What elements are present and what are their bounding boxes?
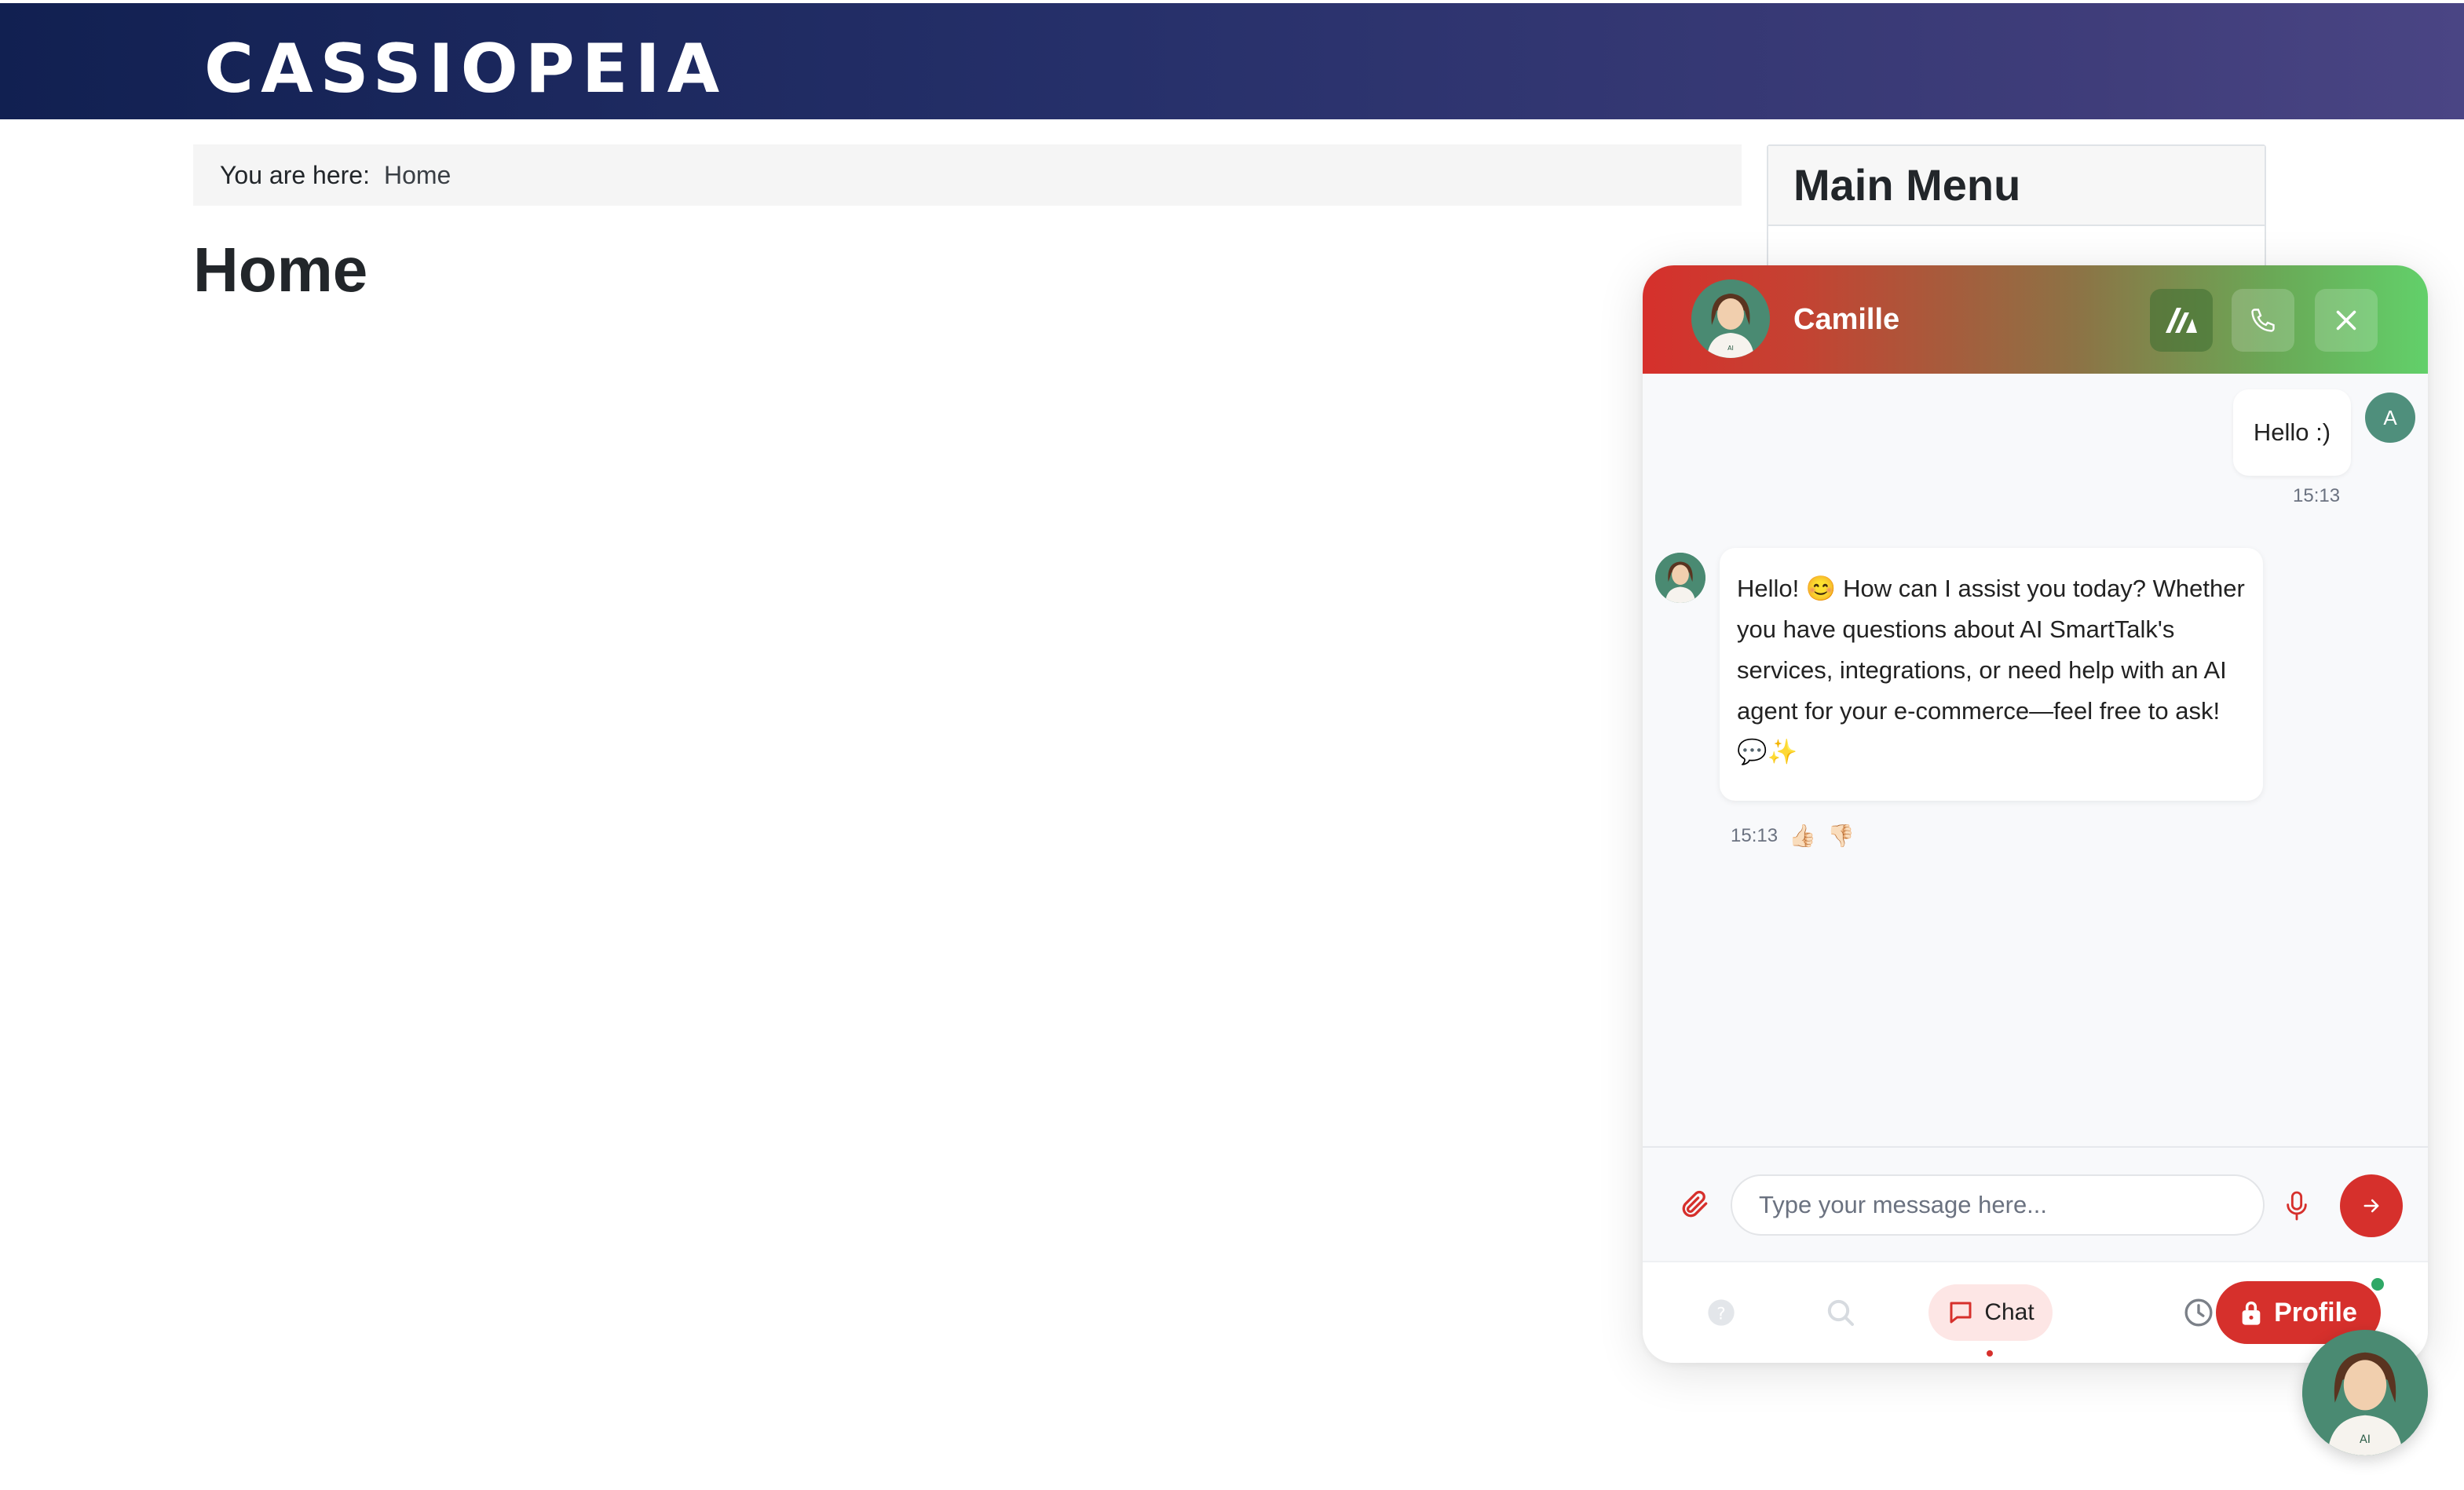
- lock-icon: [2242, 1301, 2261, 1325]
- chat-launcher-avatar[interactable]: AI: [2302, 1330, 2428, 1455]
- thumbs-down-icon[interactable]: 👎🏻: [1827, 823, 1855, 849]
- agent-name: Camille: [1793, 303, 1900, 336]
- avatar-badge: AI: [1727, 345, 1734, 352]
- site-brand[interactable]: CASSIOPEIA: [204, 30, 726, 108]
- chat-widget: AI Camille Hello :) A 15:13 Hello! 😊 How…: [1643, 265, 2428, 1363]
- breadcrumb: You are here: Home: [193, 144, 1742, 206]
- close-button[interactable]: [2315, 289, 2378, 352]
- tab-chat-label: Chat: [1984, 1299, 2034, 1325]
- call-button[interactable]: [2232, 289, 2294, 352]
- message-composer: [1643, 1146, 2428, 1261]
- online-status-dot: [2370, 1276, 2385, 1292]
- arrow-right-icon: [2363, 1199, 2379, 1213]
- agent-message-time: 15:13: [1731, 824, 1779, 846]
- help-icon[interactable]: ?: [1705, 1297, 1737, 1328]
- chat-bubble-icon: [1950, 1302, 1972, 1324]
- history-icon[interactable]: [2183, 1297, 2214, 1328]
- agent-avatar: AI: [1691, 279, 1770, 358]
- thumbs-up-icon[interactable]: 👍🏻: [1789, 823, 1816, 849]
- svg-text:?: ?: [1716, 1304, 1726, 1324]
- agent-message: Hello! 😊 How can I assist you today? Whe…: [1720, 548, 2263, 801]
- close-icon: [2336, 310, 2356, 331]
- attachment-icon[interactable]: [1677, 1187, 1712, 1222]
- tab-chat[interactable]: Chat: [1928, 1284, 2053, 1357]
- active-tab-indicator: [1987, 1350, 1993, 1357]
- page-title: Home: [193, 235, 368, 305]
- message-list[interactable]: Hello :) A 15:13 Hello! 😊 How can I assi…: [1643, 374, 2428, 1253]
- brand-logo-icon: [2166, 308, 2197, 333]
- profile-label: Profile: [2274, 1297, 2357, 1327]
- breadcrumb-current: Home: [383, 160, 451, 189]
- user-avatar: A: [2365, 393, 2415, 443]
- microphone-icon[interactable]: [2283, 1190, 2310, 1222]
- agent-message-meta: 15:13 👍🏻 👎🏻: [1731, 823, 1855, 849]
- send-button[interactable]: [2340, 1174, 2403, 1237]
- user-message-time: 15:13: [2293, 485, 2341, 506]
- user-message: Hello :): [2233, 389, 2351, 476]
- phone-icon: [2251, 309, 2275, 332]
- breadcrumb-prefix: You are here:: [220, 160, 370, 189]
- main-menu-title: Main Menu: [1768, 146, 2265, 226]
- agent-message-avatar: [1655, 553, 1705, 603]
- brand-button[interactable]: [2150, 289, 2213, 352]
- site-header: CASSIOPEIA: [0, 3, 2464, 119]
- chat-header: AI Camille: [1643, 265, 2428, 374]
- launcher-badge: AI: [2360, 1433, 2371, 1446]
- message-input[interactable]: [1731, 1174, 2265, 1236]
- search-icon[interactable]: [1825, 1297, 1856, 1328]
- chat-tab-bar: ? Chat Profile: [1643, 1261, 2428, 1363]
